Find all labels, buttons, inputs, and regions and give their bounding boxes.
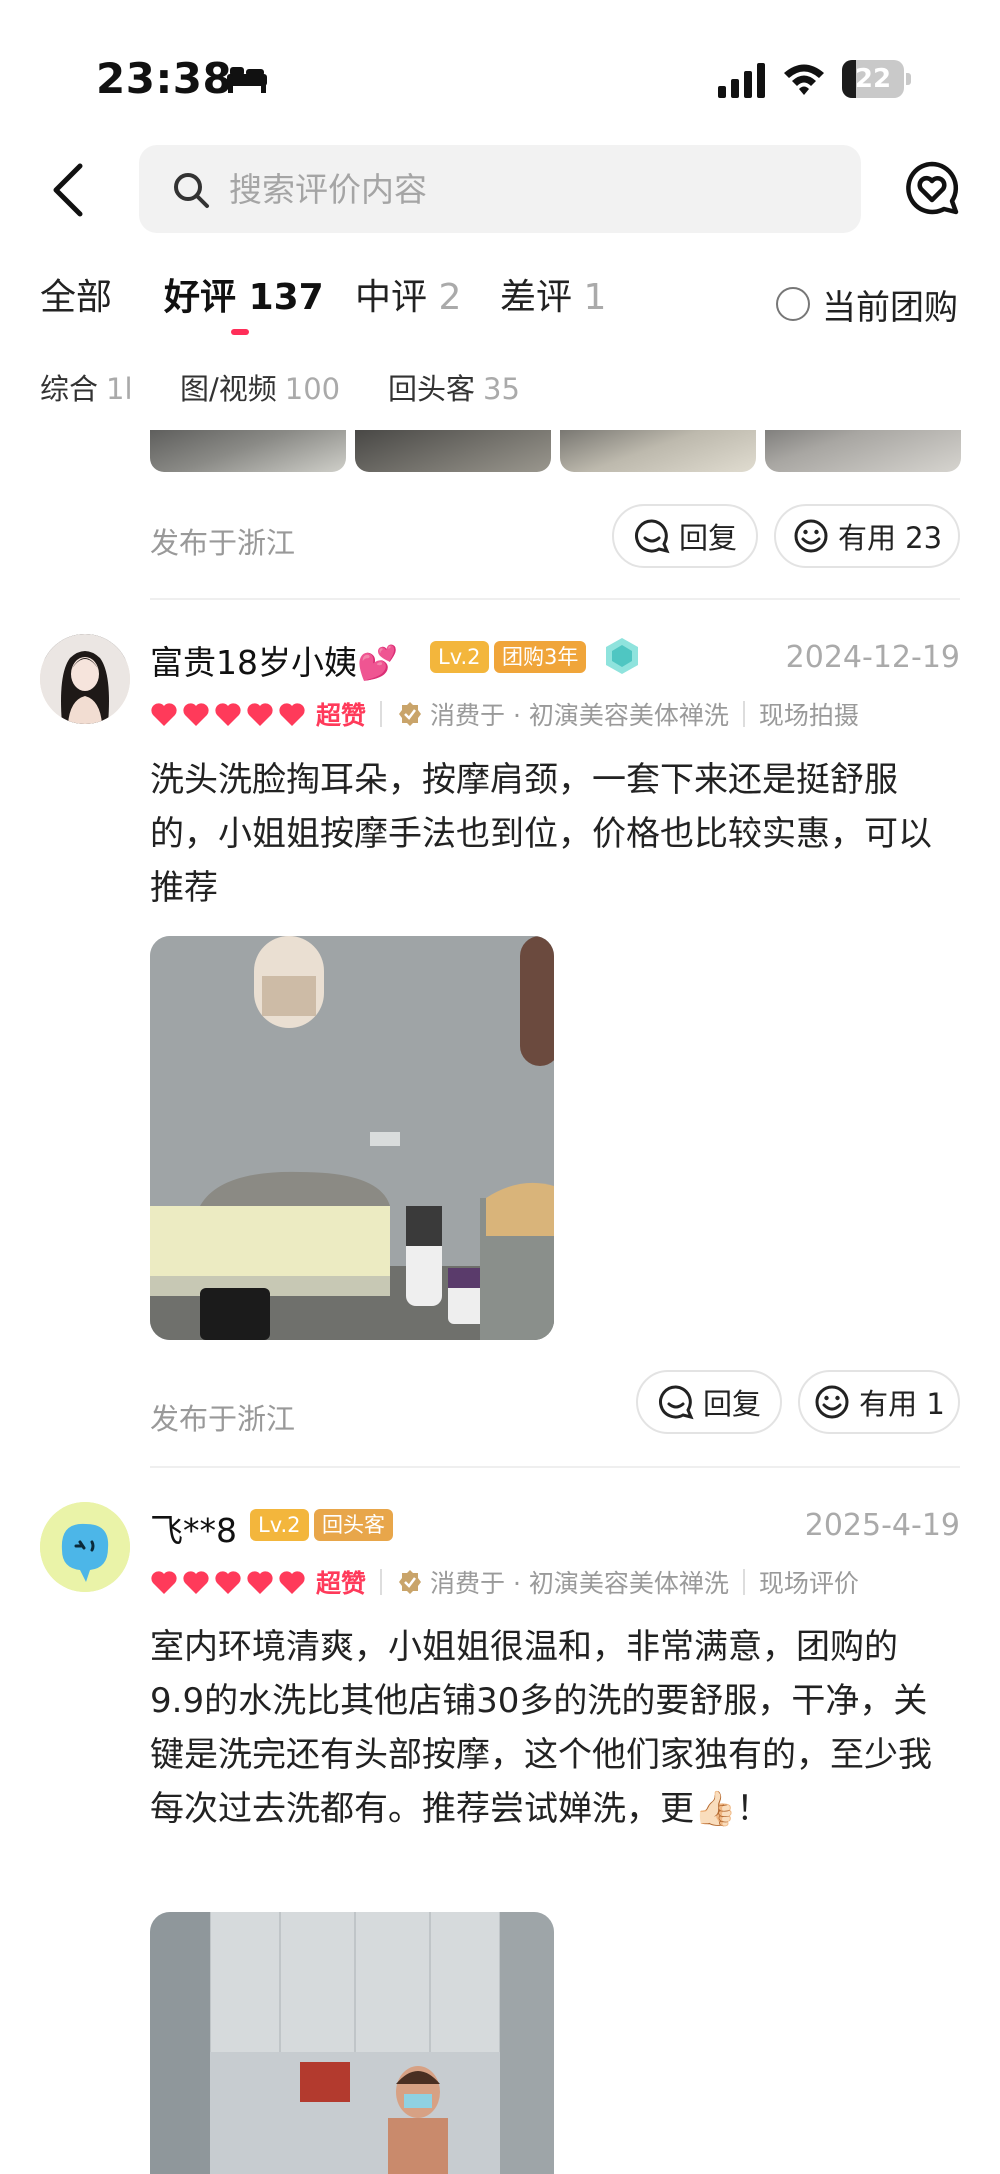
photo-thumbnail[interactable] bbox=[765, 430, 961, 472]
favorite-chat-icon[interactable] bbox=[904, 160, 960, 216]
smile-icon bbox=[794, 519, 828, 553]
review-text: 洗头洗脸掏耳朵，按摩肩颈，一套下来还是挺舒服的，小姐姐按摩手法也到位，价格也比较… bbox=[150, 760, 932, 908]
reply-button[interactable]: 回复 bbox=[612, 504, 758, 568]
photo-thumbnail[interactable] bbox=[355, 430, 551, 472]
filter-comprehensive[interactable]: 综合 1l bbox=[40, 366, 133, 408]
radio-unchecked-icon bbox=[776, 287, 810, 321]
heart-rating-icon bbox=[183, 703, 209, 726]
heart-rating-icon bbox=[279, 703, 305, 726]
avatar[interactable] bbox=[40, 634, 130, 724]
tab-neutral[interactable]: 中评 2 bbox=[355, 268, 461, 320]
salon-interior-photo bbox=[150, 1912, 554, 2174]
group-buy-years-badge: 团购3年 bbox=[494, 641, 587, 673]
comment-icon bbox=[635, 519, 670, 554]
review-feed[interactable]: 发布于浙江 回复 有用 23 富贵18岁小姨💕 Lv.2 团购3年 2024-1… bbox=[0, 430, 1000, 2174]
post-location: 发布于浙江 bbox=[150, 1402, 296, 1436]
tab-positive-count: 137 bbox=[248, 277, 324, 318]
divider bbox=[150, 598, 960, 600]
heart-rating-icon bbox=[247, 1571, 273, 1594]
heart-rating-icon bbox=[151, 703, 177, 726]
review-photo[interactable] bbox=[150, 936, 554, 1340]
rating-row: 超赞 消费于 · 初演美容美体禅洗 现场评价 bbox=[150, 1562, 859, 1602]
tab-active-indicator bbox=[231, 329, 249, 335]
reviewer-name[interactable]: 富贵18岁小姨💕 bbox=[150, 636, 398, 684]
merchant-name[interactable]: 消费于 · 初演美容美体禅洗 bbox=[430, 1564, 729, 1600]
review-date: 2024-12-19 bbox=[785, 640, 960, 675]
member-gem-icon bbox=[606, 638, 638, 674]
filter-returning[interactable]: 回头客 35 bbox=[388, 366, 520, 408]
reviewer-name[interactable]: 飞**8 bbox=[150, 1504, 237, 1552]
salon-room-photo bbox=[150, 936, 554, 1340]
girl-avatar-icon bbox=[40, 634, 130, 724]
returning-customer-badge: 回头客 bbox=[314, 1509, 393, 1541]
heart-rating-icon bbox=[215, 703, 241, 726]
verified-consumption-icon bbox=[399, 1570, 422, 1594]
heart-rating-icon bbox=[183, 1571, 209, 1594]
level-badge: Lv.2 bbox=[250, 1509, 309, 1541]
tab-negative-count: 1 bbox=[583, 277, 607, 318]
merchant-name[interactable]: 消费于 · 初演美容美体禅洗 bbox=[430, 696, 729, 732]
current-group-label: 当前团购 bbox=[822, 287, 958, 328]
rating-row: 超赞 消费于 · 初演美容美体禅洗 现场拍摄 bbox=[150, 694, 859, 734]
tab-all[interactable]: 全部 bbox=[40, 268, 112, 320]
heart-rating-icon bbox=[215, 1571, 241, 1594]
wifi-icon bbox=[784, 64, 824, 95]
tab-neutral-count: 2 bbox=[438, 277, 462, 318]
search-bar[interactable] bbox=[139, 145, 861, 233]
tab-positive[interactable]: 好评 137 bbox=[164, 268, 324, 320]
back-button[interactable] bbox=[44, 160, 92, 220]
cellular-signal-icon bbox=[718, 63, 765, 98]
heart-rating-icon bbox=[151, 1571, 177, 1594]
review-tag: 现场拍摄 bbox=[758, 701, 859, 730]
divider bbox=[150, 1466, 960, 1468]
photo-thumbnail[interactable] bbox=[560, 430, 756, 472]
sleep-focus-icon bbox=[227, 67, 267, 93]
search-input[interactable] bbox=[229, 145, 829, 233]
smile-icon bbox=[815, 1385, 849, 1419]
status-time: 23:38 bbox=[96, 54, 233, 103]
current-group-toggle[interactable]: 当前团购 bbox=[776, 278, 958, 330]
tab-negative[interactable]: 差评 1 bbox=[500, 268, 606, 320]
useful-button[interactable]: 有用 23 bbox=[774, 504, 960, 568]
comment-icon bbox=[659, 1385, 694, 1420]
post-location: 发布于浙江 bbox=[150, 526, 296, 560]
filter-chips: 综合 1l 图/视频 100 回头客 35 bbox=[0, 366, 1000, 416]
review-date: 2025-4-19 bbox=[804, 1508, 960, 1543]
tabs-fade bbox=[700, 268, 760, 332]
battery-indicator: 22 bbox=[842, 60, 912, 98]
battery-level: 22 bbox=[854, 64, 892, 94]
search-icon bbox=[174, 173, 209, 208]
rating-label: 超赞 bbox=[316, 1569, 367, 1598]
heart-rating-icon bbox=[247, 703, 273, 726]
level-badge: Lv.2 bbox=[430, 641, 489, 673]
useful-button[interactable]: 有用 1 bbox=[798, 1370, 960, 1434]
filter-photo-video[interactable]: 图/视频 100 bbox=[180, 366, 340, 408]
rating-label: 超赞 bbox=[316, 701, 367, 730]
avatar[interactable] bbox=[40, 1502, 130, 1592]
prev-post-photos bbox=[150, 430, 961, 472]
review-photo[interactable] bbox=[150, 1912, 554, 2174]
review-text: 室内环境清爽，小姐姐很温和，非常满意，团购的9.9的水洗比其他店铺30多的洗的要… bbox=[150, 1627, 932, 1829]
verified-consumption-icon bbox=[399, 702, 422, 726]
status-bar: 23:38 22 bbox=[0, 0, 1000, 140]
heart-rating-icon bbox=[279, 1571, 305, 1594]
photo-thumbnail[interactable] bbox=[150, 430, 346, 472]
reply-button[interactable]: 回复 bbox=[636, 1370, 782, 1434]
review-tag: 现场评价 bbox=[758, 1569, 859, 1598]
blue-blob-avatar-icon bbox=[40, 1502, 130, 1592]
